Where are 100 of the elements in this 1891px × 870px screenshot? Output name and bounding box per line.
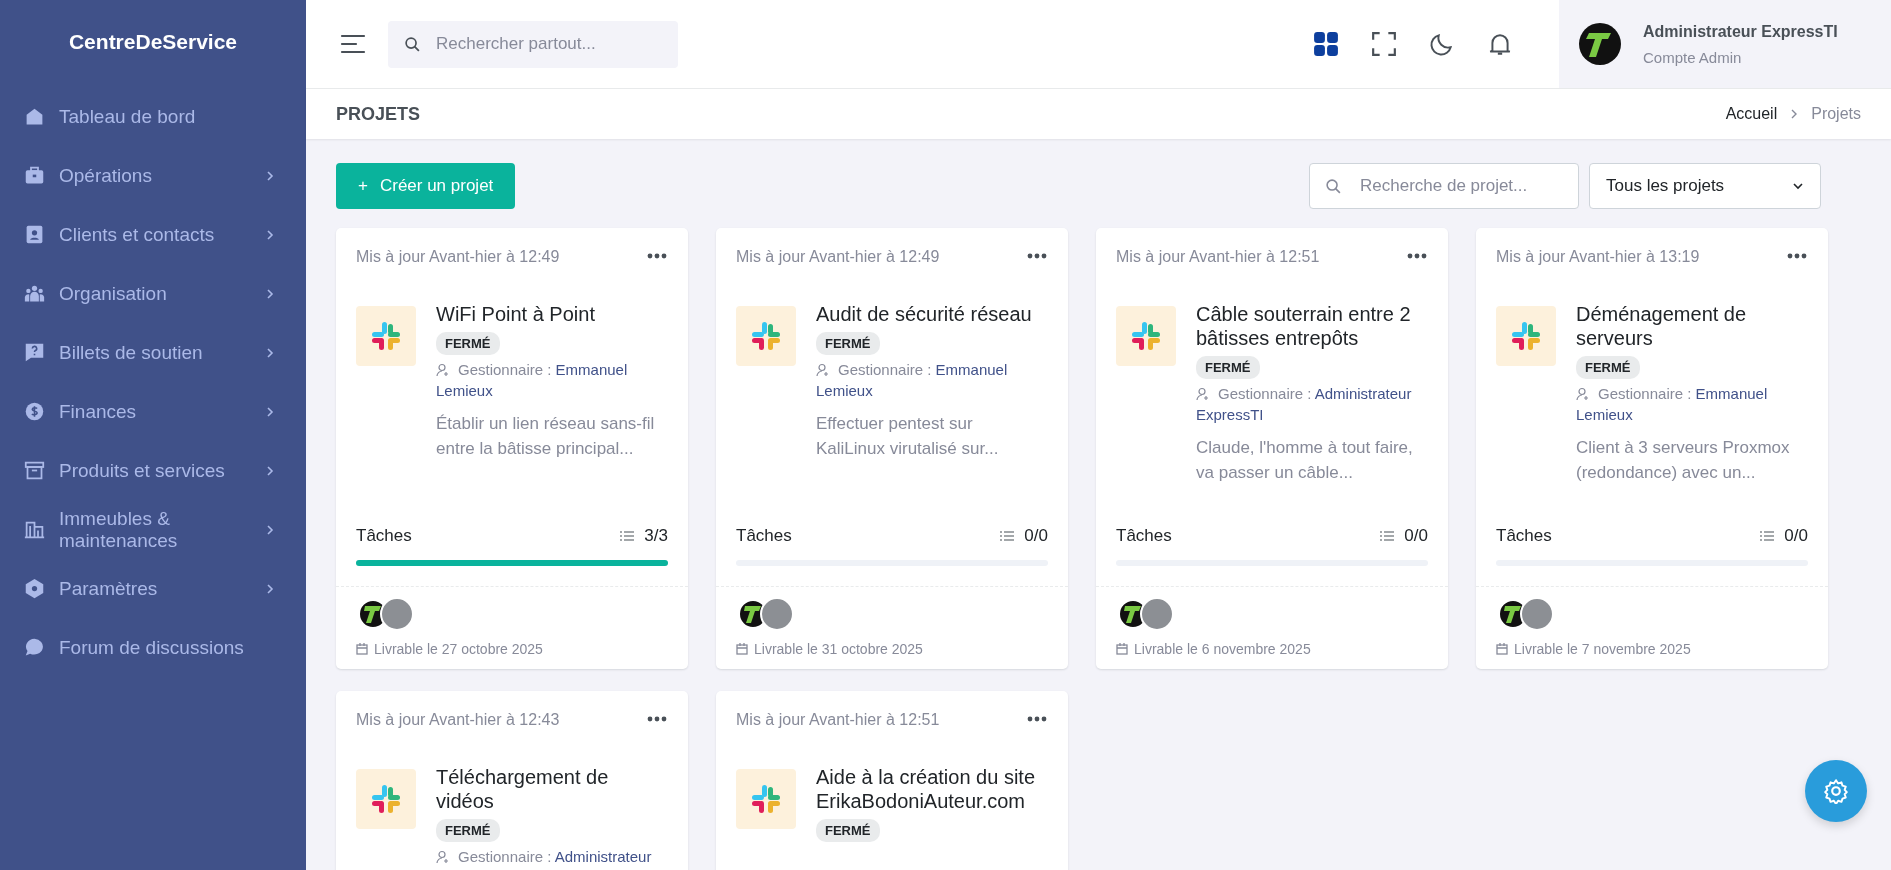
sidebar-item[interactable]: Organisation [0, 264, 306, 323]
calendar-icon [1116, 643, 1128, 655]
tasks-count: 0/0 [1024, 526, 1048, 546]
user-icon [436, 850, 450, 864]
user-name: Administrateur ExpressTI [1643, 22, 1838, 41]
user-avatar [1579, 23, 1621, 65]
chevron-right-icon [264, 523, 276, 536]
status-badge: FERMÉ [816, 332, 880, 355]
dollar-coin-icon [24, 401, 45, 422]
updated-time: Mis à jour Avant-hier à 13:19 [1496, 248, 1700, 266]
sidebar-item[interactable]: Clients et contacts [0, 205, 306, 264]
calendar-icon [1496, 643, 1508, 655]
home-icon [24, 106, 45, 127]
search-field[interactable]: Rechercher partout... [388, 20, 678, 68]
project-title[interactable]: Aide à la création du site ErikaBodoniAuteur.com [816, 765, 1048, 813]
status-badge: FERMÉ [1576, 356, 1640, 379]
list-icon [1760, 530, 1775, 542]
sidebar-item[interactable]: Finances [0, 382, 306, 441]
user-menu[interactable]: Administrateur ExpressTI Compte Admin [1559, 0, 1891, 88]
list-icon [1380, 530, 1395, 542]
menu-icon[interactable] [340, 33, 366, 55]
calendar-icon [356, 643, 368, 655]
project-title[interactable]: Câble souterrain entre 2 bâtisses entrepôts [1196, 302, 1428, 350]
archive-box-icon [24, 460, 45, 481]
sidebar-item[interactable]: Immeubles & maintenances [0, 500, 306, 559]
project-description: Client à 3 serveurs Proxmox (redondance) avec un... [1576, 437, 1791, 484]
status-badge: FERMÉ [1196, 356, 1260, 379]
more-options-icon[interactable] [1026, 252, 1048, 260]
hashtag-logo-icon [1510, 320, 1542, 352]
fullscreen-icon[interactable] [1371, 31, 1397, 57]
user-role: Compte Admin [1643, 48, 1743, 66]
sidebar-item[interactable]: Produits et services [0, 441, 306, 500]
project-title[interactable]: WiFi Point à Point [436, 302, 595, 326]
user-icon [816, 363, 830, 377]
briefcase-icon [24, 165, 45, 186]
list-icon [1000, 530, 1015, 542]
user-icon [1576, 387, 1590, 401]
sidebar-item[interactable]: Tableau de bord [0, 87, 306, 146]
hashtag-logo-icon [750, 320, 782, 352]
chevron-right-icon [264, 346, 276, 359]
chevron-right-icon [264, 582, 276, 595]
deliverable-date: Livrable le 6 novembre 2025 [1134, 641, 1311, 657]
project-title[interactable]: Déménagement de serveurs [1576, 302, 1808, 350]
more-options-icon[interactable] [646, 715, 668, 723]
breadcrumb-link[interactable]: Accueil [1725, 105, 1778, 123]
manager-text: Gestionnaire : Administrateur [436, 846, 652, 867]
chevron-right-icon [264, 405, 276, 418]
contact-card-icon [24, 224, 45, 245]
more-options-icon[interactable] [1786, 252, 1808, 260]
tasks-count: 0/0 [1404, 526, 1428, 546]
tasks-label: Tâches [736, 526, 792, 546]
status-badge: FERMÉ [816, 819, 880, 842]
project-description: Claude, l'homme à tout faire, va passer un câble... [1196, 437, 1414, 484]
bell-icon[interactable] [1487, 31, 1513, 57]
hashtag-logo-icon [1130, 320, 1162, 352]
brand-logo[interactable]: CentreDeService [0, 0, 306, 87]
sidebar-item[interactable]: Forum de discussions [0, 618, 306, 677]
moon-icon[interactable] [1429, 31, 1455, 57]
status-badge: FERMÉ [436, 819, 500, 842]
tasks-count: 0/0 [1784, 526, 1808, 546]
project-description: Établir un lien réseau sans-fil entre la bâtisse principal... [436, 413, 656, 460]
sidebar-item[interactable]: Paramètres [0, 559, 306, 618]
chevron-right-icon [264, 228, 276, 241]
updated-time: Mis à jour Avant-hier à 12:49 [736, 248, 940, 266]
settings-button[interactable] [1805, 760, 1867, 822]
more-options-icon[interactable] [1026, 715, 1048, 723]
deliverable-date: Livrable le 27 octobre 2025 [374, 641, 543, 657]
chat-bubble-icon [24, 637, 45, 658]
manager-text: Gestionnaire : Emmanuel Lemieux [436, 360, 629, 401]
breadcrumb-current: Projets [1811, 105, 1861, 123]
sidebar-item[interactable]: Opérations [0, 146, 306, 205]
settings-icon [1823, 778, 1849, 804]
group-icon [24, 283, 45, 304]
more-options-icon[interactable] [1406, 252, 1428, 260]
tasks-label: Tâches [356, 526, 412, 546]
deliverable-date: Livrable le 7 novembre 2025 [1514, 641, 1691, 657]
status-badge: FERMÉ [436, 332, 500, 355]
updated-time: Mis à jour Avant-hier à 12:43 [356, 711, 560, 729]
sidebar-item[interactable]: Billets de soutien [0, 323, 306, 382]
more-options-icon[interactable] [646, 252, 668, 260]
deliverable-date: Livrable le 31 octobre 2025 [754, 641, 923, 657]
building-icon [24, 519, 45, 540]
project-title[interactable]: Audit de sécurité réseau [816, 302, 1032, 326]
project-description: Effectuer pentest sur KaliLinux virutalisé sur... [816, 413, 1000, 460]
hashtag-logo-icon [370, 320, 402, 352]
user-icon [436, 363, 450, 377]
project-title[interactable]: Téléchargement de vidéos [436, 765, 668, 813]
project-search-field[interactable]: Recherche de projet... [1309, 163, 1579, 209]
create-project-button[interactable]: + Créer un projet [336, 163, 516, 209]
hashtag-logo-icon [750, 783, 782, 815]
updated-time: Mis à jour Avant-hier à 12:51 [1116, 248, 1320, 266]
project-filter-dropdown[interactable]: Tous les projets [1589, 163, 1821, 209]
question-bubble-icon [24, 342, 45, 363]
manager-text: Gestionnaire : Emmanuel Lemieux [1576, 384, 1769, 425]
manager-text: Gestionnaire : Administrateur ExpressTI [1196, 384, 1413, 425]
chevron-right-icon [264, 464, 276, 477]
updated-time: Mis à jour Avant-hier à 12:51 [736, 711, 940, 729]
grid-icon[interactable] [1313, 31, 1339, 57]
user-icon [1196, 387, 1210, 401]
updated-time: Mis à jour Avant-hier à 12:49 [356, 248, 560, 266]
